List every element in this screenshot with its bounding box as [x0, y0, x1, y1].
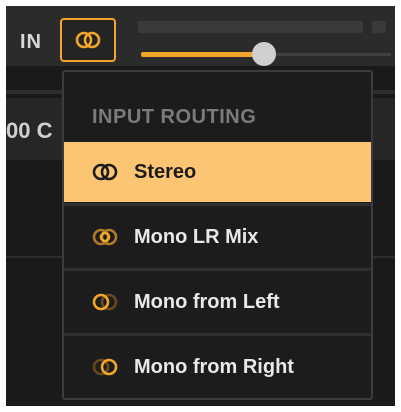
menu-item-label: Mono from Right [134, 355, 294, 378]
mono-lr-mix-icon [92, 228, 118, 246]
input-routing-button[interactable] [60, 18, 116, 62]
background-value-text: 00 C [6, 118, 53, 143]
level-meter-right [372, 21, 386, 33]
menu-separator [64, 333, 371, 336]
menu-item-mono-from-right[interactable]: Mono from Right [64, 337, 371, 397]
stereo-icon [75, 31, 101, 49]
gain-slider-thumb[interactable] [251, 42, 276, 66]
gain-slider-fill [141, 52, 264, 57]
input-section: IN [6, 6, 395, 66]
menu-item-mono-from-left[interactable]: Mono from Left [64, 272, 371, 332]
menu-item-label: Stereo [134, 160, 197, 183]
mono-left-icon [92, 293, 118, 311]
input-label: IN [20, 31, 42, 53]
input-routing-menu: INPUT ROUTING Stereo Mono LR Mix Mono fr… [62, 70, 373, 400]
menu-item-mono-lr-mix[interactable]: Mono LR Mix [64, 207, 371, 267]
menu-item-stereo[interactable]: Stereo [64, 142, 371, 202]
mono-right-icon [92, 358, 118, 376]
level-meter-left [138, 21, 363, 33]
menu-header: INPUT ROUTING [92, 106, 257, 128]
menu-separator [64, 203, 371, 206]
menu-item-label: Mono from Left [134, 290, 280, 313]
menu-item-label: Mono LR Mix [134, 225, 259, 248]
plugin-window: IN 00 C INPUT ROUTING Stereo Mono LR Mix… [6, 6, 395, 406]
stereo-icon [92, 163, 118, 181]
menu-separator [64, 268, 371, 271]
